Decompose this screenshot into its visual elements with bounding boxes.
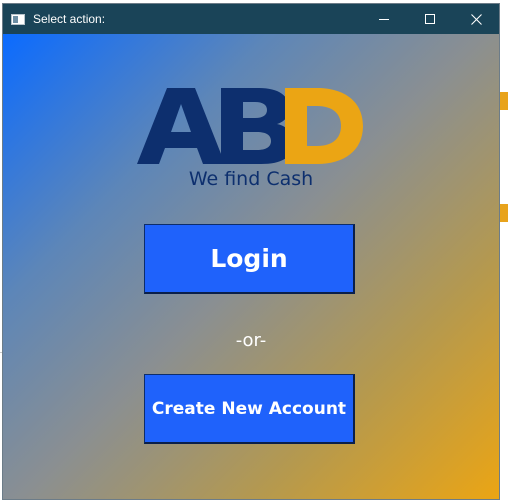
select-action-dialog: Select action: We find Cash Login -or- C… (2, 3, 500, 500)
logo-letter-a (137, 88, 225, 164)
tagline: We find Cash (3, 168, 499, 190)
app-window-icon (11, 13, 25, 25)
abd-logo (137, 88, 363, 164)
or-separator: -or- (235, 330, 267, 351)
window-title: Select action: (33, 12, 106, 26)
maximize-button[interactable] (407, 4, 453, 34)
login-button[interactable]: Login (144, 224, 355, 294)
create-account-button[interactable]: Create New Account (144, 374, 355, 444)
close-button[interactable] (453, 4, 499, 34)
close-icon (470, 13, 482, 25)
background-accent-strip (500, 92, 508, 110)
background-accent-strip (500, 204, 508, 222)
maximize-icon (425, 14, 435, 24)
minimize-button[interactable] (361, 4, 407, 34)
tagline-text: We find Cash (188, 168, 314, 190)
dialog-content: We find Cash Login -or- Create New Accou… (3, 34, 499, 499)
logo-letter-d (285, 88, 363, 164)
minimize-icon (379, 19, 389, 20)
logo-letter-b (221, 88, 293, 164)
title-bar[interactable]: Select action: (3, 4, 499, 34)
